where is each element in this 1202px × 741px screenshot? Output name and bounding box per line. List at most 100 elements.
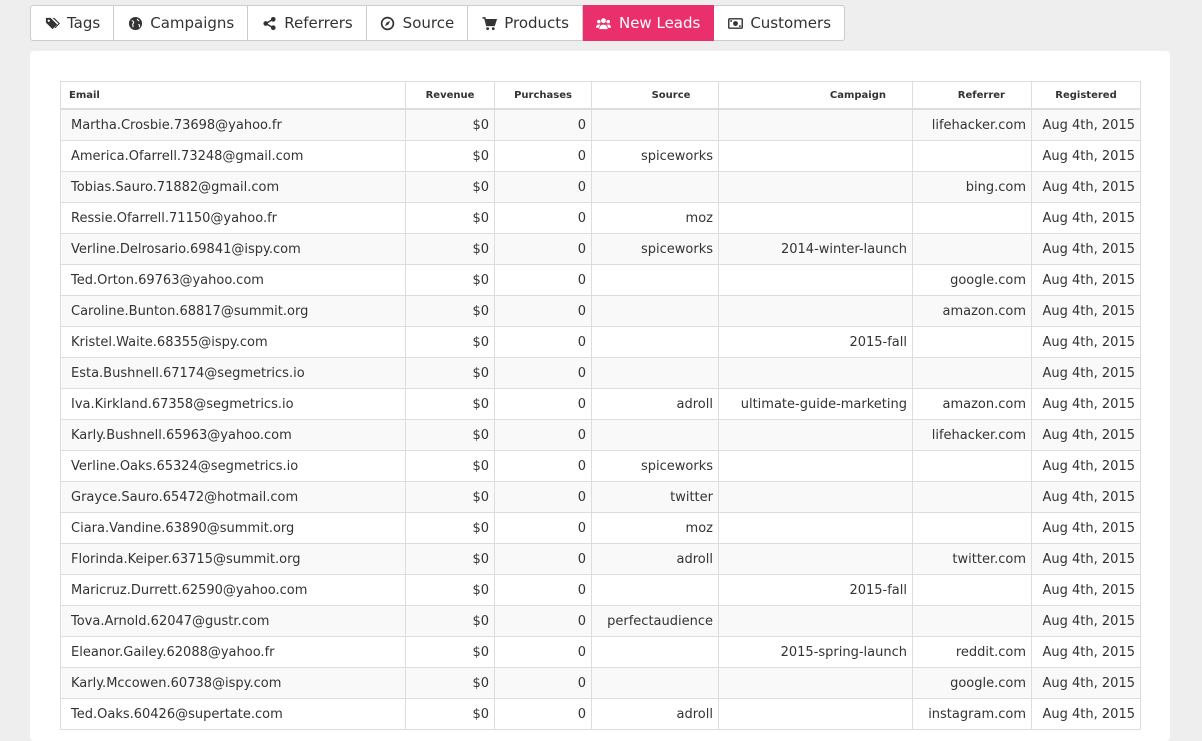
cell-source: perfectaudience — [591, 605, 719, 637]
tab-customers[interactable]: Customers — [714, 5, 846, 41]
cell-campaign — [718, 543, 913, 575]
cell-referrer: instagram.com — [912, 698, 1032, 730]
leads-panel: Email Revenue Purchases Source Campaign Refer… — [30, 51, 1170, 741]
cell-purchases: 0 — [494, 108, 592, 141]
cell-referrer — [912, 357, 1032, 389]
cell-source: moz — [591, 512, 719, 544]
tab-new-leads[interactable]: New Leads — [582, 5, 715, 41]
cell-registered: Aug 4th, 2015 — [1031, 171, 1141, 203]
table-row[interactable]: Karly.Mccowen.60738@ispy.com $0 0 google.co… — [60, 667, 1141, 699]
cell-referrer — [912, 326, 1032, 358]
table-row[interactable]: Verline.Oaks.65324@segmetrics.io $0 0 spice… — [60, 450, 1141, 482]
column-header-referrer[interactable]: Referrer — [912, 81, 1032, 110]
cell-purchases: 0 — [494, 543, 592, 575]
cell-email: Karly.Bushnell.65963@yahoo.com — [60, 419, 406, 451]
cell-referrer: amazon.com — [912, 295, 1032, 327]
tab-tags[interactable]: Tags — [30, 5, 115, 41]
tab-products[interactable]: Products — [468, 5, 583, 41]
cell-purchases: 0 — [494, 574, 592, 606]
cell-purchases: 0 — [494, 326, 592, 358]
table-row[interactable]: Esta.Bushnell.67174@segmetrics.io $0 0 Aug … — [60, 357, 1141, 389]
cell-source: moz — [591, 202, 719, 234]
table-row[interactable]: Tova.Arnold.62047@gustr.com $0 0 perfectaud… — [60, 605, 1141, 637]
globe-icon — [127, 15, 143, 31]
column-header-email[interactable]: Email — [60, 81, 406, 110]
cell-registered: Aug 4th, 2015 — [1031, 233, 1141, 265]
cell-campaign: 2015-fall — [718, 326, 913, 358]
cell-email: Verline.Oaks.65324@segmetrics.io — [60, 450, 406, 482]
cell-registered: Aug 4th, 2015 — [1031, 481, 1141, 513]
cell-campaign — [718, 202, 913, 234]
cell-registered: Aug 4th, 2015 — [1031, 264, 1141, 296]
column-header-registered[interactable]: Registered — [1031, 81, 1141, 110]
cell-referrer — [912, 450, 1032, 482]
cell-registered: Aug 4th, 2015 — [1031, 636, 1141, 668]
cell-revenue: $0 — [405, 419, 495, 451]
table-row[interactable]: Maricruz.Durrett.62590@yahoo.com $0 0 2015-… — [60, 574, 1141, 606]
table-row[interactable]: Grayce.Sauro.65472@hotmail.com $0 0 twitter… — [60, 481, 1141, 513]
cell-source — [591, 357, 719, 389]
cell-revenue: $0 — [405, 481, 495, 513]
table-row[interactable]: Caroline.Bunton.68817@summit.org $0 0 amazo… — [60, 295, 1141, 327]
cell-purchases: 0 — [494, 698, 592, 730]
cell-registered: Aug 4th, 2015 — [1031, 450, 1141, 482]
cell-campaign — [718, 264, 913, 296]
cell-source: adroll — [591, 698, 719, 730]
cell-email: Verline.Delrosario.69841@ispy.com — [60, 233, 406, 265]
tab-label: Referrers — [284, 14, 353, 32]
table-row[interactable]: Karly.Bushnell.65963@yahoo.com $0 0 lifehac… — [60, 419, 1141, 451]
table-row[interactable]: Florinda.Keiper.63715@summit.org $0 0 adrol… — [60, 543, 1141, 575]
cell-registered: Aug 4th, 2015 — [1031, 698, 1141, 730]
cell-purchases: 0 — [494, 202, 592, 234]
cell-email: Florinda.Keiper.63715@summit.org — [60, 543, 406, 575]
cell-campaign — [718, 605, 913, 637]
cell-campaign — [718, 698, 913, 730]
column-header-revenue[interactable]: Revenue — [405, 81, 495, 110]
table-row[interactable]: Ciara.Vandine.63890@summit.org $0 0 moz Aug … — [60, 512, 1141, 544]
table-row[interactable]: Ted.Oaks.60426@supertate.com $0 0 adroll ins… — [60, 698, 1141, 730]
cell-campaign — [718, 295, 913, 327]
cell-email: Ted.Oaks.60426@supertate.com — [60, 698, 406, 730]
table-row[interactable]: Eleanor.Gailey.62088@yahoo.fr $0 0 2015-spr… — [60, 636, 1141, 668]
table-header-row: Email Revenue Purchases Source Campaign Refer… — [60, 81, 1141, 110]
cell-source — [591, 419, 719, 451]
tags-icon — [44, 15, 60, 31]
cell-revenue: $0 — [405, 264, 495, 296]
cell-referrer — [912, 140, 1032, 172]
cell-referrer — [912, 605, 1032, 637]
table-row[interactable]: Ted.Orton.69763@yahoo.com $0 0 google.com Au… — [60, 264, 1141, 296]
tab-campaigns[interactable]: Campaigns — [114, 5, 249, 41]
cell-revenue: $0 — [405, 171, 495, 203]
cell-source — [591, 171, 719, 203]
cell-revenue: $0 — [405, 636, 495, 668]
cell-email: Ciara.Vandine.63890@summit.org — [60, 512, 406, 544]
tab-label: New Leads — [618, 14, 701, 32]
column-header-campaign[interactable]: Campaign — [718, 81, 913, 110]
cell-campaign — [718, 481, 913, 513]
table-row[interactable]: Ressie.Ofarrell.71150@yahoo.fr $0 0 moz Aug … — [60, 202, 1141, 234]
cell-email: Maricruz.Durrett.62590@yahoo.com — [60, 574, 406, 606]
users-icon — [596, 15, 612, 31]
share-icon — [261, 15, 277, 31]
column-header-source[interactable]: Source — [591, 81, 719, 110]
column-header-purchases[interactable]: Purchases — [494, 81, 592, 110]
tab-referrers[interactable]: Referrers — [248, 5, 367, 41]
cell-email: America.Ofarrell.73248@gmail.com — [60, 140, 406, 172]
table-row[interactable]: Kristel.Waite.68355@ispy.com $0 0 2015-fall… — [60, 326, 1141, 358]
table-row[interactable]: Verline.Delrosario.69841@ispy.com $0 0 spic… — [60, 233, 1141, 265]
table-row[interactable]: Tobias.Sauro.71882@gmail.com $0 0 bing.com A… — [60, 171, 1141, 203]
cell-email: Karly.Mccowen.60738@ispy.com — [60, 667, 406, 699]
cell-purchases: 0 — [494, 295, 592, 327]
tab-source[interactable]: Source — [366, 5, 469, 41]
cell-registered: Aug 4th, 2015 — [1031, 388, 1141, 420]
cell-referrer: lifehacker.com — [912, 108, 1032, 141]
cell-source: spiceworks — [591, 140, 719, 172]
cell-purchases: 0 — [494, 481, 592, 513]
cell-referrer: reddit.com — [912, 636, 1032, 668]
cell-referrer — [912, 202, 1032, 234]
table-row[interactable]: America.Ofarrell.73248@gmail.com $0 0 spice… — [60, 140, 1141, 172]
table-row[interactable]: Iva.Kirkland.67358@segmetrics.io $0 0 adrol… — [60, 388, 1141, 420]
cell-source: adroll — [591, 388, 719, 420]
cell-referrer: twitter.com — [912, 543, 1032, 575]
table-row[interactable]: Martha.Crosbie.73698@yahoo.fr $0 0 lifehack… — [60, 108, 1141, 141]
